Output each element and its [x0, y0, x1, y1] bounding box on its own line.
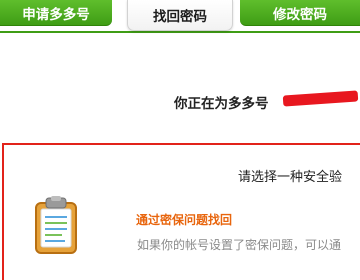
account-notice: 你正在为多多号	[174, 96, 269, 112]
tab-bar: 申请多多号 修改密码 找回密码	[0, 0, 360, 33]
tab-apply-account[interactable]: 申请多多号	[0, 0, 112, 26]
tab-bar-underline	[0, 31, 360, 33]
account-id-redaction	[282, 90, 359, 107]
security-question-option-desc: 如果你的帐号设置了密保问题，可以通	[137, 238, 342, 252]
clipboard-icon	[35, 196, 77, 254]
security-question-option-link[interactable]: 通过密保问题找回	[136, 211, 232, 228]
tab-modify-password[interactable]: 修改密码	[240, 0, 360, 26]
choose-method-prompt: 请选择一种安全验	[238, 170, 343, 185]
tab-recover-password[interactable]: 找回密码	[127, 0, 233, 31]
